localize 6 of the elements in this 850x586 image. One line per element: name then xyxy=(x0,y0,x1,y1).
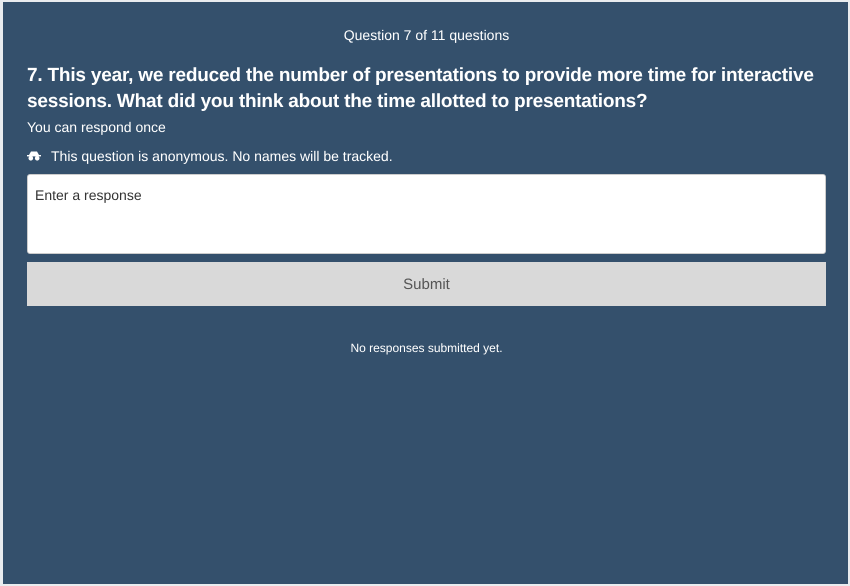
incognito-glasses-icon xyxy=(27,151,41,161)
response-limit-note: You can respond once xyxy=(27,119,167,135)
question-title: 7. This year, we reduced the number of presentations to provide more time for interactive sessions. What did you think about the time allotted to presentations? xyxy=(27,64,815,114)
anonymous-note: This question is anonymous. No names will be tracked. xyxy=(51,148,393,164)
status-message: No responses submitted yet. xyxy=(349,341,504,355)
response-field[interactable]: Enter a response xyxy=(27,174,826,254)
